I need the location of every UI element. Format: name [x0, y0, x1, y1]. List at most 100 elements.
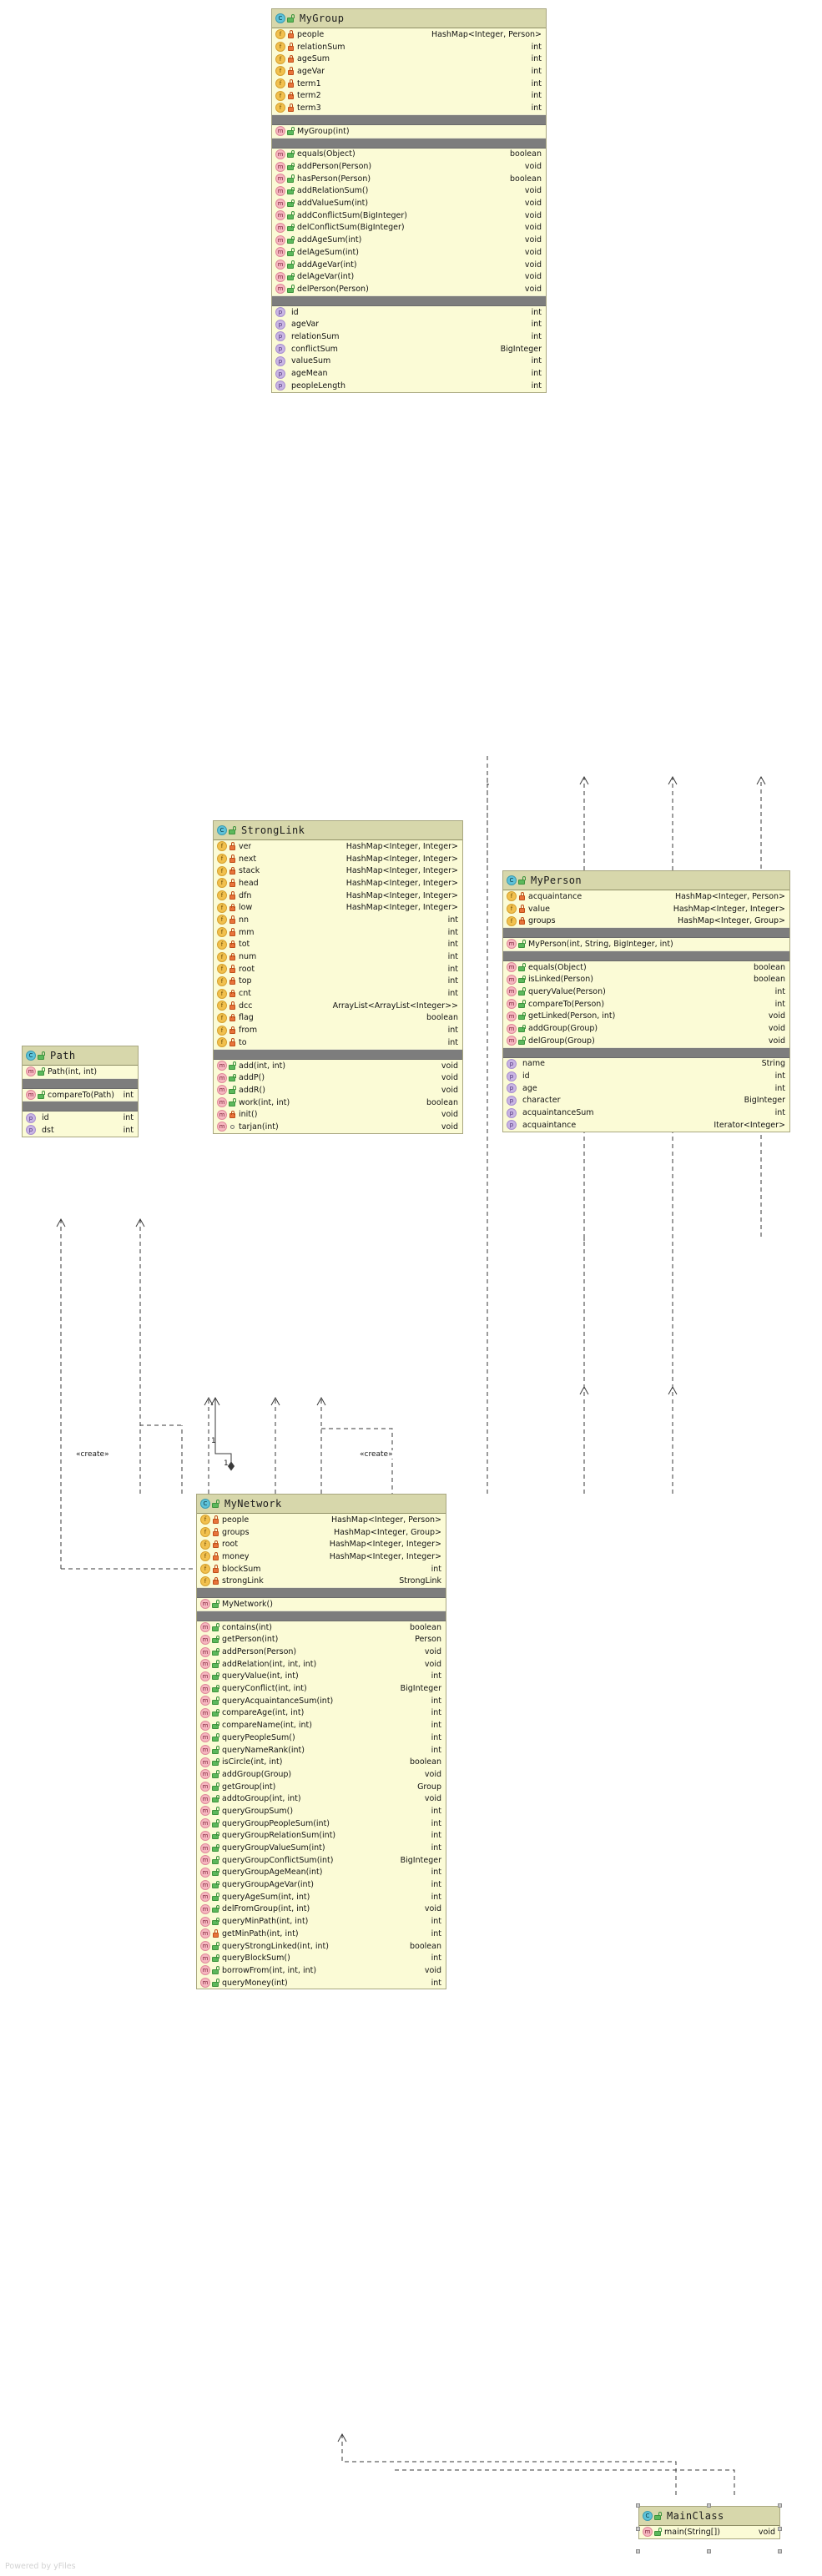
method-row[interactable]: m queryGroupAgeVar(int) int	[197, 1878, 446, 1891]
field-row[interactable]: f mm int	[214, 926, 462, 939]
field-row[interactable]: f next HashMap<Integer, Integer>	[214, 853, 462, 865]
field-row[interactable]: f groups HashMap<Integer, Group>	[503, 915, 789, 927]
method-row[interactable]: m queryValue(Person) int	[503, 986, 789, 998]
method-row[interactable]: m equals(Object) boolean	[503, 961, 789, 974]
property-row[interactable]: p name String	[503, 1058, 789, 1071]
selection-handle[interactable]	[778, 2503, 782, 2508]
method-row[interactable]: m queryGroupAgeMean(int) int	[197, 1867, 446, 1879]
selection-handle[interactable]	[778, 2527, 782, 2531]
property-row[interactable]: p ageMean int	[272, 367, 546, 380]
method-row[interactable]: m addGroup(Group) void	[197, 1768, 446, 1781]
method-row[interactable]: m getGroup(int) Group	[197, 1781, 446, 1793]
field-row[interactable]: f money HashMap<Integer, Integer>	[197, 1550, 446, 1563]
field-row[interactable]: f acquaintance HashMap<Integer, Person>	[503, 890, 789, 903]
method-row[interactable]: m queryMinPath(int, int) int	[197, 1915, 446, 1928]
method-row[interactable]: m MyPerson(int, String, BigInteger, int)	[503, 938, 789, 950]
field-row[interactable]: f root HashMap<Integer, Integer>	[197, 1538, 446, 1550]
method-row[interactable]: m addPerson(Person) void	[197, 1646, 446, 1658]
field-row[interactable]: f relationSum int	[272, 41, 546, 53]
field-row[interactable]: f people HashMap<Integer, Person>	[197, 1514, 446, 1526]
property-row[interactable]: p dst int	[23, 1124, 138, 1137]
method-row[interactable]: m queryGroupSum() int	[197, 1805, 446, 1817]
method-row[interactable]: m addValueSum(int) void	[272, 197, 546, 209]
property-row[interactable]: p valueSum int	[272, 355, 546, 368]
field-row[interactable]: f term2 int	[272, 89, 546, 102]
field-row[interactable]: f top int	[214, 975, 462, 988]
method-row[interactable]: m addtoGroup(int, int) void	[197, 1792, 446, 1805]
property-row[interactable]: p acquaintanceSum int	[503, 1107, 789, 1119]
method-row[interactable]: m addConflictSum(BigInteger) void	[272, 209, 546, 222]
field-row[interactable]: f groups HashMap<Integer, Group>	[197, 1526, 446, 1539]
method-row[interactable]: m addPerson(Person) void	[272, 160, 546, 173]
field-row[interactable]: f to int	[214, 1036, 462, 1049]
property-row[interactable]: p age int	[503, 1082, 789, 1095]
property-row[interactable]: p id int	[23, 1112, 138, 1124]
method-row[interactable]: m tarjan(int) void	[214, 1121, 462, 1133]
method-row[interactable]: m work(int, int) boolean	[214, 1096, 462, 1109]
field-row[interactable]: f value HashMap<Integer, Integer>	[503, 903, 789, 915]
method-row[interactable]: m queryNameRank(int) int	[197, 1744, 446, 1757]
method-row[interactable]: m MyGroup(int)	[272, 125, 546, 138]
method-row[interactable]: m queryValue(int, int) int	[197, 1671, 446, 1683]
selection-handle[interactable]	[636, 2503, 640, 2508]
method-row[interactable]: m addRelationSum() void	[272, 185, 546, 198]
field-row[interactable]: f cnt int	[214, 987, 462, 1000]
property-row[interactable]: p id int	[272, 306, 546, 319]
method-row[interactable]: m addR() void	[214, 1084, 462, 1096]
class-box-path[interactable]: C Path m Path(int, int) m compareTo(Path) i…	[22, 1046, 139, 1137]
field-row[interactable]: f ageVar int	[272, 65, 546, 78]
selection-handle[interactable]	[636, 2527, 640, 2531]
class-box-stronglink[interactable]: C StrongLink f ver HashMap<Integer, Intege…	[213, 820, 463, 1134]
method-row[interactable]: m queryConflict(int, int) BigInteger	[197, 1682, 446, 1695]
property-row[interactable]: p relationSum int	[272, 330, 546, 343]
method-row[interactable]: m getMinPath(int, int) int	[197, 1928, 446, 1940]
field-row[interactable]: f tot int	[214, 939, 462, 951]
field-row[interactable]: f dcc ArrayList<ArrayList<Integer>>	[214, 1000, 462, 1012]
method-row[interactable]: m compareName(int, int) int	[197, 1719, 446, 1732]
field-row[interactable]: f root int	[214, 963, 462, 975]
field-row[interactable]: f num int	[214, 950, 462, 963]
field-row[interactable]: f dfn HashMap<Integer, Integer>	[214, 890, 462, 902]
method-row[interactable]: m delConflictSum(BigInteger) void	[272, 222, 546, 234]
selection-handle[interactable]	[636, 2549, 640, 2553]
method-row[interactable]: m addAgeVar(int) void	[272, 259, 546, 271]
class-box-mainclass[interactable]: C MainClass m main(String[]) void	[638, 2506, 780, 2539]
method-row[interactable]: m Path(int, int)	[23, 1066, 138, 1078]
selection-handle[interactable]	[778, 2549, 782, 2553]
method-row[interactable]: m add(int, int) void	[214, 1060, 462, 1072]
field-row[interactable]: f from int	[214, 1024, 462, 1036]
property-row[interactable]: p acquaintance Iterator<Integer>	[503, 1119, 789, 1132]
method-row[interactable]: m getLinked(Person, int) void	[503, 1011, 789, 1023]
method-row[interactable]: m delPerson(Person) void	[272, 283, 546, 295]
method-row[interactable]: m queryGroupPeopleSum(int) int	[197, 1817, 446, 1830]
method-row[interactable]: m addRelation(int, int, int) void	[197, 1658, 446, 1671]
property-row[interactable]: p peopleLength int	[272, 380, 546, 392]
method-row[interactable]: m queryGroupConflictSum(int) BigInteger	[197, 1854, 446, 1867]
method-row[interactable]: m addP() void	[214, 1071, 462, 1084]
method-row[interactable]: m equals(Object) boolean	[272, 149, 546, 161]
selection-handle[interactable]	[707, 2503, 711, 2508]
method-row[interactable]: m addAgeSum(int) void	[272, 234, 546, 246]
method-row[interactable]: m queryGroupRelationSum(int) int	[197, 1830, 446, 1843]
field-row[interactable]: f term3 int	[272, 102, 546, 114]
field-row[interactable]: f blockSum int	[197, 1563, 446, 1575]
field-row[interactable]: f low HashMap<Integer, Integer>	[214, 901, 462, 914]
selection-handle[interactable]	[707, 2549, 711, 2553]
method-row[interactable]: m contains(int) boolean	[197, 1621, 446, 1634]
property-row[interactable]: p conflictSum BigInteger	[272, 343, 546, 355]
method-row[interactable]: m compareTo(Path) int	[23, 1089, 138, 1101]
field-row[interactable]: f flag boolean	[214, 1012, 462, 1025]
method-row[interactable]: m borrowFrom(int, int, int) void	[197, 1964, 446, 1977]
method-row[interactable]: m queryBlockSum() int	[197, 1952, 446, 1964]
method-row[interactable]: m main(String[]) void	[639, 2526, 779, 2538]
field-row[interactable]: f term1 int	[272, 78, 546, 90]
method-row[interactable]: m queryMoney(int) int	[197, 1977, 446, 1989]
field-row[interactable]: f ageSum int	[272, 53, 546, 65]
method-row[interactable]: m isLinked(Person) boolean	[503, 973, 789, 986]
method-row[interactable]: m delAgeSum(int) void	[272, 246, 546, 259]
method-row[interactable]: m delGroup(Group) void	[503, 1035, 789, 1047]
property-row[interactable]: p character BigInteger	[503, 1095, 789, 1107]
method-row[interactable]: m compareAge(int, int) int	[197, 1707, 446, 1720]
class-box-mynetwork[interactable]: C MyNetwork f people HashMap<Integer, Pers…	[196, 1494, 446, 1990]
method-row[interactable]: m getPerson(int) Person	[197, 1634, 446, 1646]
